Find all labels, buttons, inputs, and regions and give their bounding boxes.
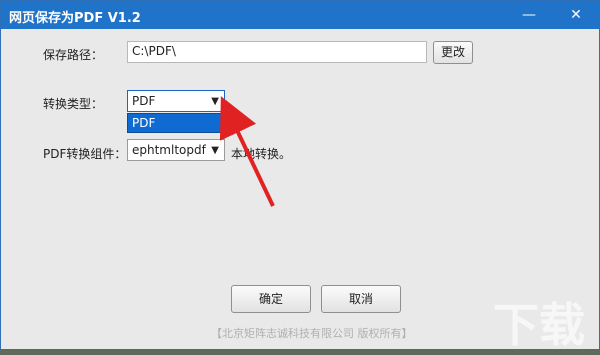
component-label: PDF转换组件：	[43, 147, 127, 161]
close-button[interactable]: ✕	[566, 5, 586, 25]
convert-type-select[interactable]: PDF ▼	[127, 90, 225, 112]
convert-type-value: PDF	[132, 94, 156, 108]
cancel-button[interactable]: 取消	[321, 285, 401, 313]
minimize-button[interactable]: —	[519, 5, 539, 25]
site-watermark: 下载	[493, 299, 585, 351]
convert-type-label: 转换类型：	[43, 97, 104, 111]
ok-button[interactable]: 确定	[231, 285, 311, 313]
convert-type-option-pdf[interactable]: PDF	[127, 113, 225, 133]
save-path-label: 保存路径：	[43, 48, 104, 62]
component-dropdown-arrow-icon[interactable]: ▼	[211, 145, 219, 156]
save-path-input[interactable]: C:\PDF\	[127, 41, 427, 63]
copyright-footer: 【北京矩阵志诚科技有限公司 版权所有】	[211, 327, 413, 340]
component-value: ephtmltopdf	[132, 143, 206, 157]
app-window: 网页保存为PDF V1.2 — ✕ 保存路径： C:\PDF\ 更改 转换类型：…	[0, 0, 600, 351]
dropdown-arrow-icon[interactable]: ▼	[211, 96, 219, 107]
title-bar[interactable]: 网页保存为PDF V1.2 — ✕	[1, 1, 599, 29]
window-title: 网页保存为PDF V1.2	[9, 11, 141, 26]
save-path-value: C:\PDF\	[132, 44, 176, 58]
change-path-button[interactable]: 更改	[433, 41, 473, 64]
component-note: 本地转换。	[231, 147, 292, 161]
component-select[interactable]: ephtmltopdf ▼	[127, 139, 225, 161]
